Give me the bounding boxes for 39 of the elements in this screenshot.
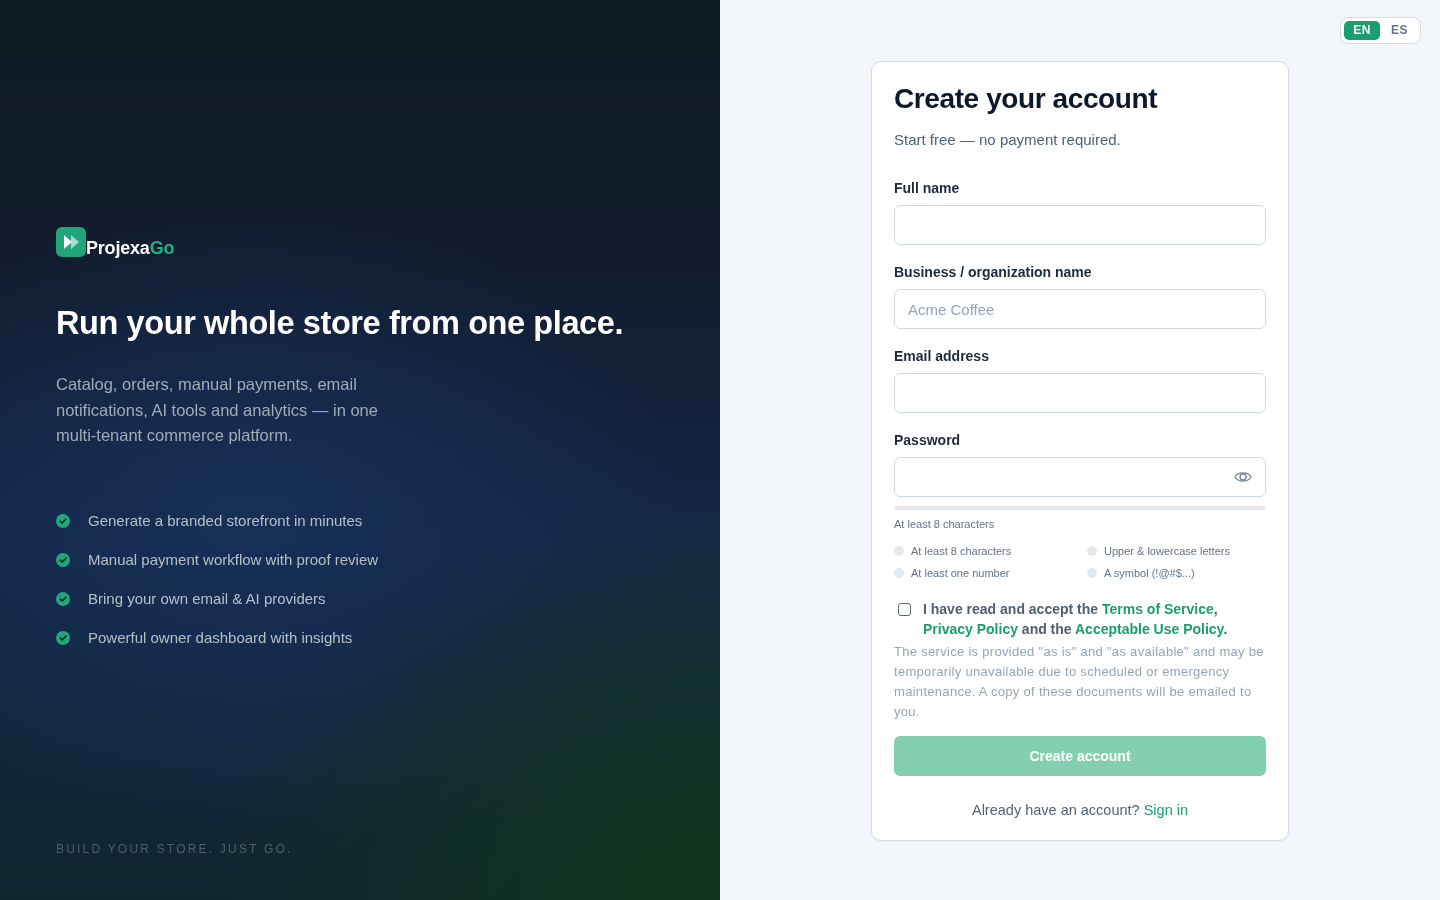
feature-text: Bring your own email & AI providers [88,588,326,609]
check-circle-icon [56,552,70,567]
requirement-text: Upper & lowercase letters [1104,544,1230,559]
terms-label: I have read and accept the Terms of Service, Privacy Policy and the Acceptable Use Policy. [923,600,1229,639]
tagline-text: BUILD YOUR STORE. JUST GO. [56,841,294,858]
feature-text: Manual payment workflow with proof review [88,549,379,570]
disclaimer-text: The service is provided "as is" and "as available" and may be temporarily unavailable due to scheduled or emergency maintenance. A copy of these documents will be emailed to you. [894,643,1265,721]
description-text: Catalog, orders, manual payments, email notifications, AI tools and analytics — in one multi-tenant commerce platform. [56,374,379,446]
check-circle-icon [56,591,70,606]
form-title: Create your account [894,82,1159,116]
language-tab[interactable]: EN [1344,21,1380,40]
policy-link[interactable]: Acceptable Use Policy [1075,621,1224,637]
feature-text: Generate a branded storefront in minutes [88,510,363,531]
check-circle-icon [56,513,70,528]
field-label: Business / organization name [894,263,1093,282]
form-subtitle: Start free — no payment required. [894,130,1122,150]
strength-hint: At least 8 characters [894,517,996,531]
input-field[interactable]: Acme Coffee [894,289,1266,329]
requirement-text: At least one number [911,566,1010,581]
headline: Run your whole store from one place. [56,304,625,343]
input-field[interactable] [894,373,1266,413]
feature-text: Powerful owner dashboard with insights [88,627,353,648]
password-field[interactable] [894,457,1266,497]
language-tab[interactable]: ES [1382,21,1417,40]
requirement-text: A symbol (!@#$...) [1104,566,1195,581]
terms-checkbox[interactable] [898,603,911,616]
logo-icon [56,227,86,257]
policy-link[interactable]: Privacy Policy [923,621,1018,637]
requirement-text: At least 8 characters [911,544,1012,559]
field-label: Password [894,431,962,450]
brand-name: ProjexaGo [86,239,175,257]
policy-link[interactable]: Terms of Service [1101,601,1214,617]
input-field[interactable] [894,205,1266,245]
field-label: Email address [894,347,990,366]
signin-prompt: Already have an account? Sign in [970,801,1189,820]
sign-in-link[interactable]: Sign in [1143,802,1188,818]
field-label: Full name [894,179,961,198]
check-circle-icon [56,630,70,645]
eye-icon[interactable] [1234,469,1252,485]
